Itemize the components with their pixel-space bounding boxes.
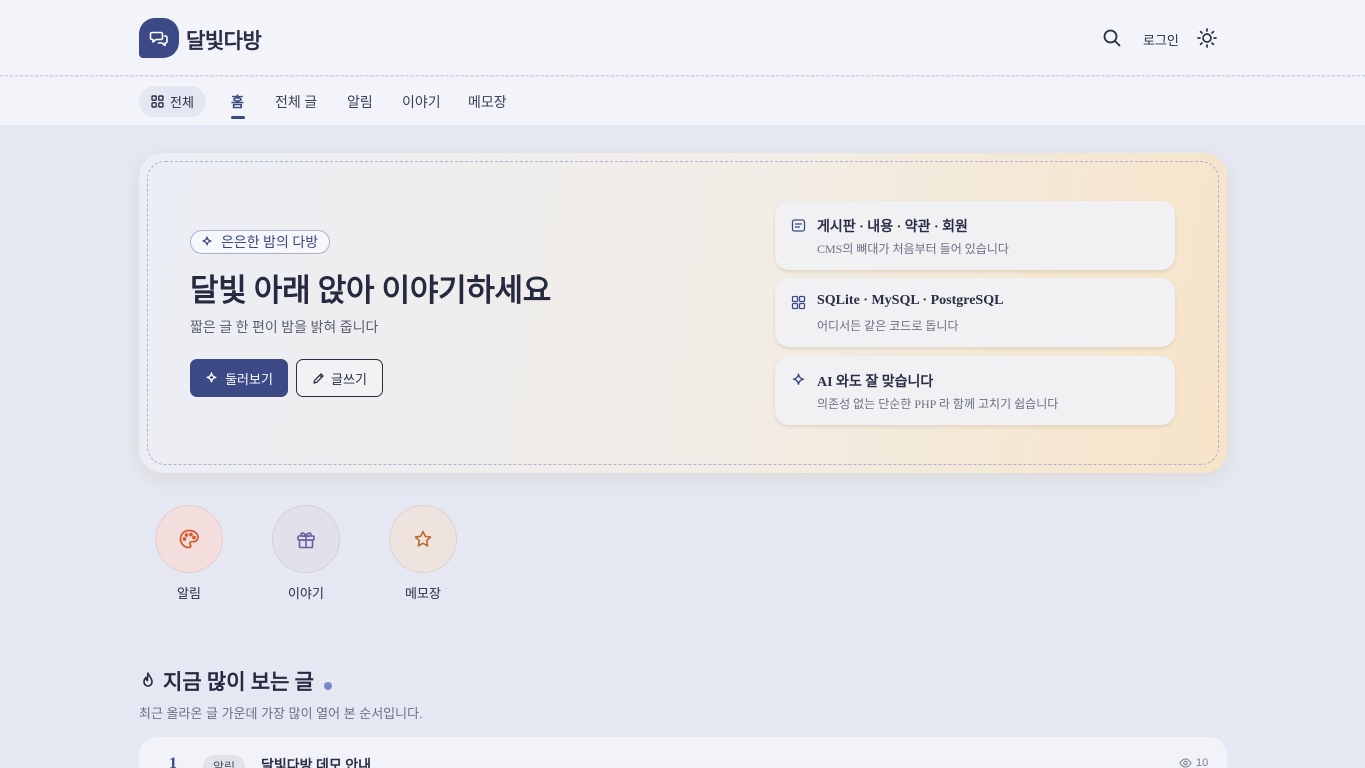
category-label: 알림 <box>177 586 201 601</box>
sparkle-icon <box>202 236 212 246</box>
feature-title: AI 와도 잘 맞습니다 <box>817 375 934 390</box>
palette-icon <box>179 529 199 549</box>
board-icon <box>791 219 806 232</box>
hero-banner: 은은한 밤의 다방 달빛 아래 앉아 이야기하세요 짧은 글 한 편이 밤을 밝… <box>139 153 1227 473</box>
login-link[interactable]: 로그인 <box>1143 30 1179 49</box>
category-label: 메모장 <box>405 586 441 601</box>
nav-item-memo[interactable]: 메모장 <box>468 92 507 112</box>
post-title[interactable]: 달빛다방 데모 안내 <box>261 755 371 768</box>
feature-desc: CMS의 뼈대가 처음부터 들어 있습니다 <box>817 242 1009 256</box>
nav-active-indicator <box>231 116 245 119</box>
grid-icon <box>151 95 164 108</box>
category-circle <box>155 505 223 573</box>
category-notice[interactable]: 알림 <box>154 505 224 602</box>
sparkle-icon <box>792 373 805 385</box>
view-count-value: 10 <box>1196 757 1209 768</box>
pencil-icon <box>313 372 324 384</box>
hero-title: 달빛 아래 앉아 이야기하세요 <box>190 273 551 308</box>
category-circle <box>389 505 457 573</box>
eye-icon <box>1179 758 1192 768</box>
popular-list: 1 알림 달빛다방 데모 안내 10 <box>139 737 1227 768</box>
browse-button-label: 둘러보기 <box>225 371 273 387</box>
category-circle <box>272 505 340 573</box>
feature-card: 게시판 · 내용 · 약관 · 회원 CMS의 뼈대가 처음부터 들어 있습니다 <box>775 201 1175 270</box>
gift-icon <box>297 532 315 549</box>
search-icon[interactable] <box>1101 27 1123 49</box>
nav-item-notice[interactable]: 알림 <box>347 92 373 112</box>
category-memo[interactable]: 메모장 <box>388 505 458 602</box>
feature-title: 게시판 · 내용 · 약관 · 회원 <box>817 220 968 235</box>
write-button[interactable]: 글쓰기 <box>296 359 383 397</box>
feature-desc: 의존성 없는 단순한 PHP 라 함께 고치기 쉽습니다 <box>817 397 1059 411</box>
nav-item-story[interactable]: 이야기 <box>402 92 441 112</box>
nav-all-label: 전체 <box>170 95 194 110</box>
browse-button[interactable]: 둘러보기 <box>190 359 288 397</box>
feature-card: SQLite · MySQL · PostgreSQL 어디서든 같은 코드로 … <box>775 278 1175 347</box>
hero-tag-badge: 은은한 밤의 다방 <box>190 230 331 254</box>
star-icon <box>414 530 432 547</box>
rank-number: 1 <box>169 755 177 768</box>
hero-subtitle: 짧은 글 한 편이 밤을 밝혀 줍니다 <box>190 321 379 336</box>
write-button-label: 글쓰기 <box>331 371 367 387</box>
category-story[interactable]: 이야기 <box>271 505 341 602</box>
grid-icon <box>791 295 806 310</box>
sparkle-icon <box>206 371 217 382</box>
category-badge: 알림 <box>203 755 246 768</box>
nav-item-all-posts[interactable]: 전체 글 <box>275 92 317 112</box>
logo-icon[interactable] <box>139 18 179 58</box>
category-label: 이야기 <box>288 586 324 601</box>
feature-desc: 어디서든 같은 코드로 돕니다 <box>817 319 959 333</box>
popular-title-text: 지금 많이 보는 글 <box>163 670 314 694</box>
hero-tag-label: 은은한 밤의 다방 <box>221 236 319 251</box>
popular-section-title: 지금 많이 보는 글 <box>139 666 332 696</box>
popular-subtitle: 최근 올라온 글 가운데 가장 많이 열어 본 순서입니다. <box>139 706 423 721</box>
nav-item-home[interactable]: 홈 <box>231 92 244 112</box>
nav-all-button[interactable]: 전체 <box>139 86 206 117</box>
sun-icon[interactable] <box>1196 27 1218 49</box>
view-count: 10 <box>1179 757 1208 768</box>
category-nav: 전체 홈 전체 글 알림 이야기 메모장 <box>0 77 1365 125</box>
feature-title: SQLite · MySQL · PostgreSQL <box>817 293 1004 308</box>
accent-dot <box>324 682 332 690</box>
feature-card: AI 와도 잘 맞습니다 의존성 없는 단순한 PHP 라 함께 고치기 쉽습니… <box>775 356 1175 425</box>
site-name[interactable]: 달빛다방 <box>186 25 262 55</box>
site-header: 달빛다방 로그인 <box>0 0 1365 76</box>
flame-icon <box>143 672 153 687</box>
